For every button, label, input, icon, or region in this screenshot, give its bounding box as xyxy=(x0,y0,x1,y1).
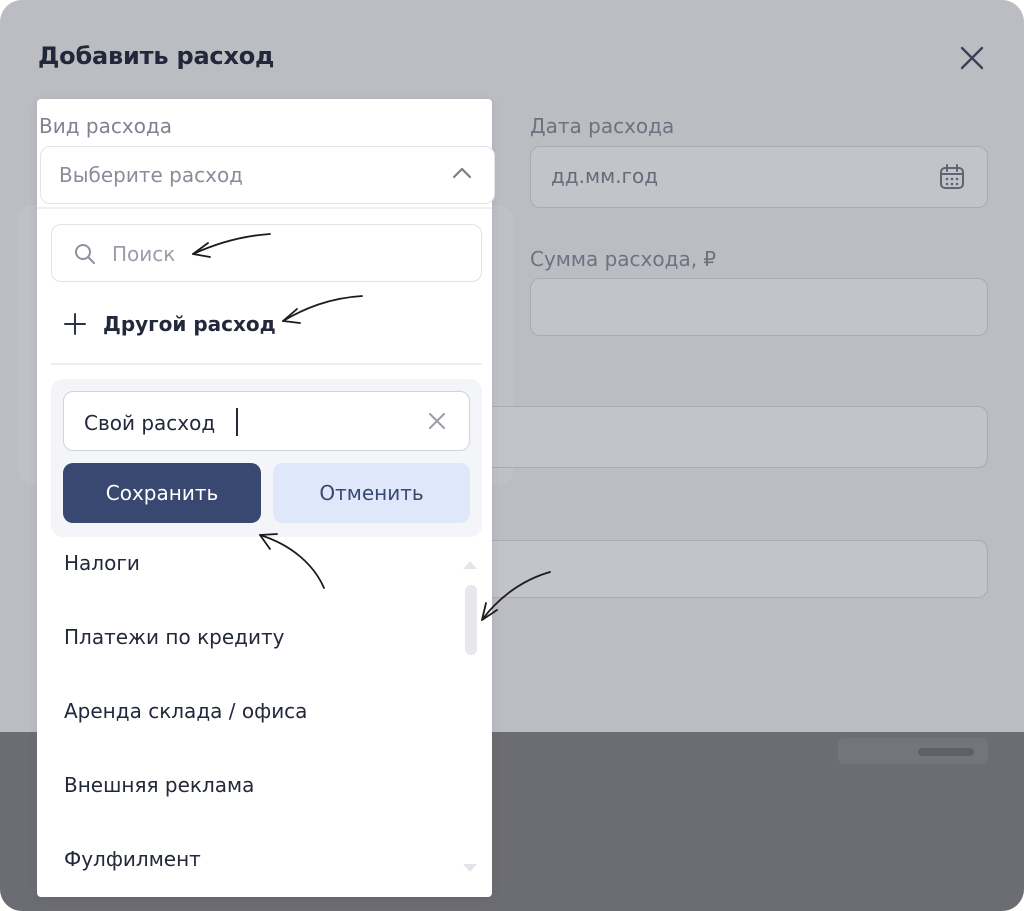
dialog-title: Добавить расход xyxy=(38,42,275,70)
expense-type-label: Вид расхода xyxy=(39,114,173,138)
expense-type-select[interactable]: Выберите расход xyxy=(40,146,495,204)
date-label: Дата расхода xyxy=(530,114,675,138)
expense-type-placeholder: Выберите расход xyxy=(59,163,244,187)
cancel-button[interactable]: Отменить xyxy=(273,463,470,523)
calendar-icon[interactable] xyxy=(939,163,965,191)
save-button[interactable]: Сохранить xyxy=(63,463,261,523)
custom-expense-input[interactable] xyxy=(82,406,406,440)
app-window: Добавить расход Дата расхода дд.мм.год С… xyxy=(0,0,1024,911)
plus-icon xyxy=(64,313,86,335)
date-placeholder: дд.мм.год xyxy=(551,164,659,188)
custom-expense-field[interactable] xyxy=(63,391,470,451)
scroll-up-arrow-icon[interactable] xyxy=(461,559,479,571)
search-icon xyxy=(75,244,95,264)
text-caret xyxy=(236,408,238,436)
close-icon xyxy=(960,46,984,70)
custom-expense-panel: Сохранить Отменить xyxy=(51,379,482,537)
search-field[interactable] xyxy=(51,224,482,282)
date-field[interactable]: дд.мм.год xyxy=(530,146,988,208)
close-button[interactable] xyxy=(954,40,990,76)
option-item[interactable]: Внешняя реклама xyxy=(64,773,254,797)
option-item[interactable]: Платежи по кредиту xyxy=(64,625,284,649)
option-item[interactable]: Налоги xyxy=(64,551,140,575)
chevron-up-icon xyxy=(452,167,472,179)
amount-label: Сумма расхода, ₽ xyxy=(530,247,717,271)
divider xyxy=(51,363,482,365)
background-footer-button xyxy=(838,738,988,764)
expense-type-dropdown: Вид расхода Выберите расход Другой расхо… xyxy=(37,99,495,897)
background-field[interactable] xyxy=(480,406,988,468)
scrollbar-thumb[interactable] xyxy=(465,585,477,655)
amount-field[interactable] xyxy=(530,278,988,336)
option-item[interactable]: Фулфилмент xyxy=(64,847,201,871)
background-field[interactable] xyxy=(480,540,988,598)
other-expense-button[interactable]: Другой расход xyxy=(63,307,276,341)
scroll-down-arrow-icon[interactable] xyxy=(461,862,479,874)
other-expense-label: Другой расход xyxy=(103,312,276,336)
search-input[interactable] xyxy=(110,237,454,271)
divider xyxy=(37,207,492,209)
close-icon[interactable] xyxy=(427,411,447,431)
option-item[interactable]: Аренда склада / офиса xyxy=(64,699,307,723)
